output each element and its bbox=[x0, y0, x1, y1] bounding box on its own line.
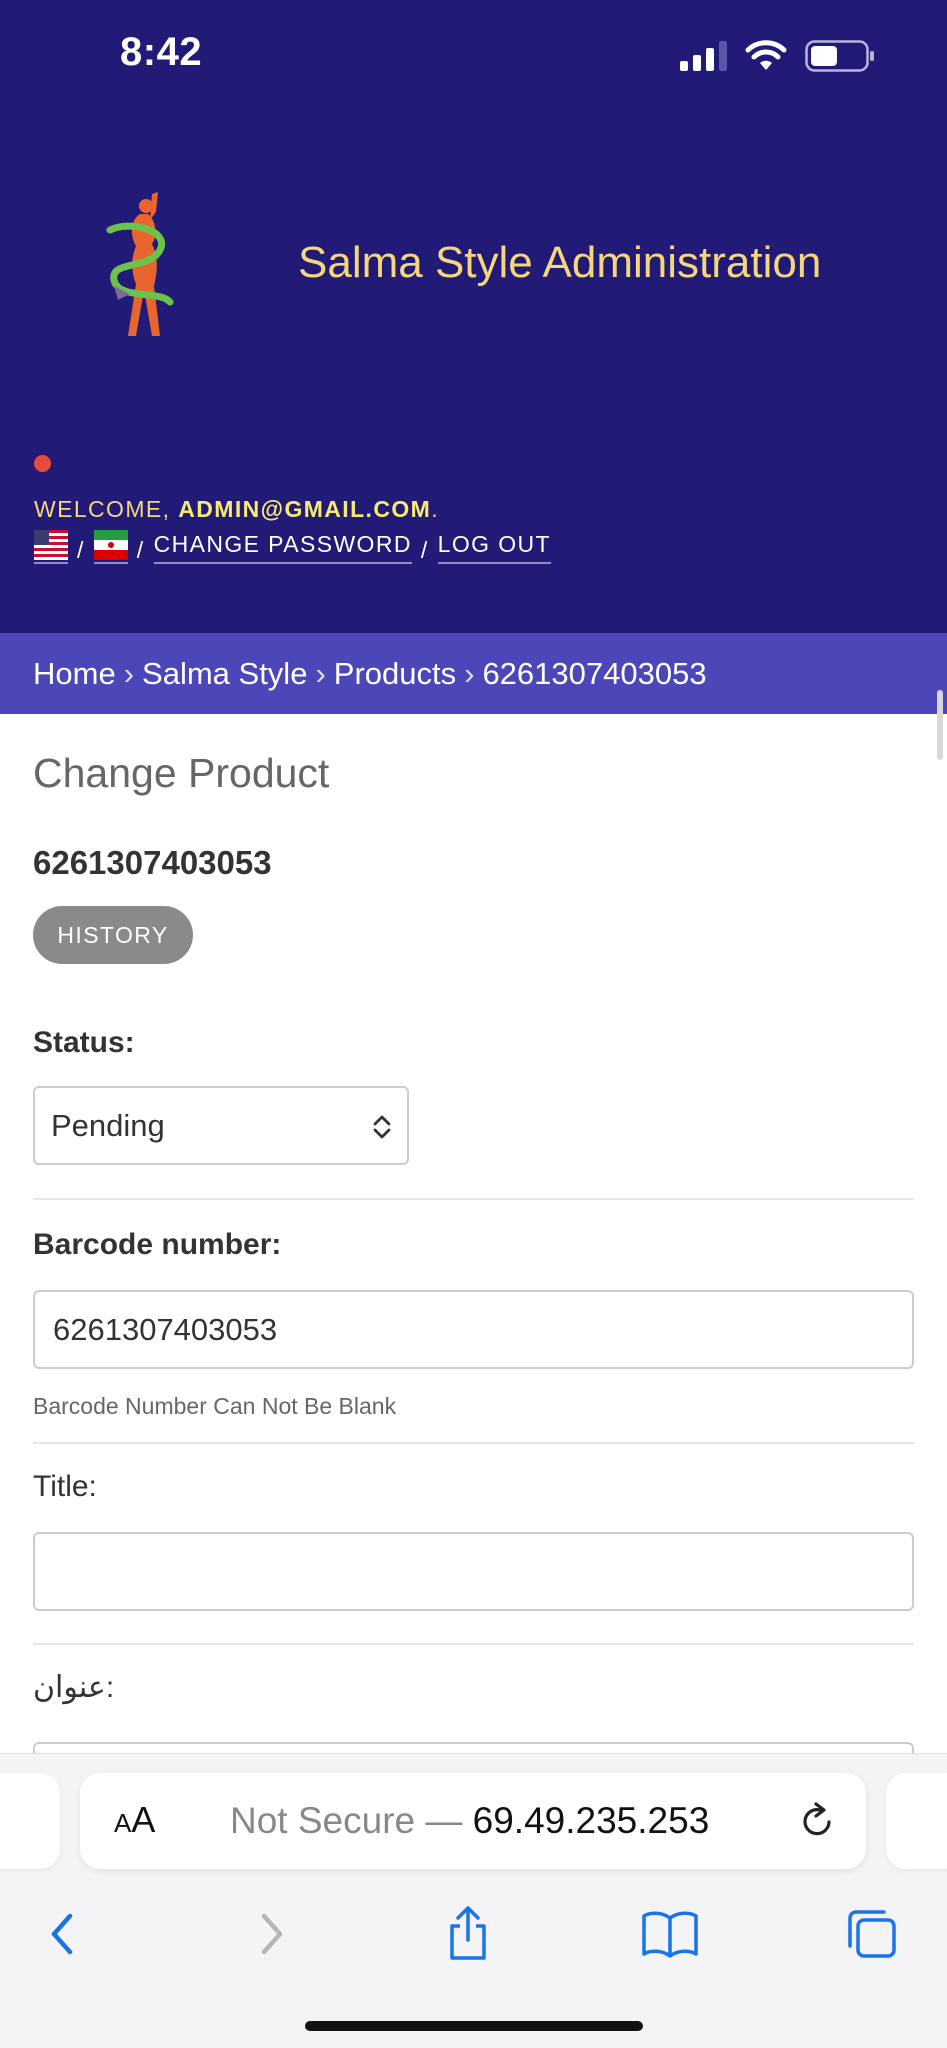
breadcrumb-separator: › bbox=[315, 655, 326, 691]
status-time: 8:42 bbox=[120, 30, 203, 74]
separator: / bbox=[77, 537, 85, 563]
welcome-suffix: . bbox=[431, 496, 439, 522]
logo-icon bbox=[106, 192, 174, 336]
battery-icon bbox=[805, 40, 874, 72]
status-select-value: Pending bbox=[51, 1107, 165, 1143]
change-password-link[interactable]: CHANGE PASSWORD bbox=[153, 531, 412, 564]
title-fa-label: عنوان: bbox=[33, 1671, 115, 1704]
browser-chrome: AA Not Secure — 69.49.235.253 bbox=[0, 1753, 947, 2048]
url-security-prefix: Not Secure — bbox=[230, 1800, 473, 1841]
status-field-row: Status: Pending bbox=[33, 1026, 914, 1176]
title-input[interactable] bbox=[33, 1532, 914, 1611]
breadcrumb-app[interactable]: Salma Style bbox=[142, 656, 307, 692]
page-title: Change Product bbox=[33, 750, 330, 796]
user-tools: / / CHANGE PASSWORD / LOG OUT bbox=[34, 530, 551, 564]
site-title: Salma Style Administration bbox=[298, 238, 822, 287]
previous-tab-card[interactable] bbox=[0, 1773, 60, 1869]
breadcrumb: Home › Salma Style › Products › 62613074… bbox=[0, 633, 947, 714]
bookmarks-icon[interactable] bbox=[640, 1904, 700, 1964]
signal-icon bbox=[680, 41, 727, 71]
status-bar: 8:42 bbox=[0, 0, 947, 110]
address-bar[interactable]: AA Not Secure — 69.49.235.253 bbox=[80, 1773, 866, 1869]
us-flag-icon bbox=[34, 530, 68, 560]
back-icon[interactable] bbox=[34, 1904, 94, 1964]
title-fa-field-row: عنوان: bbox=[33, 1670, 914, 1760]
url-text: Not Secure — 69.49.235.253 bbox=[230, 1800, 709, 1842]
object-title: 6261307403053 bbox=[33, 844, 272, 881]
barcode-label: Barcode number: bbox=[33, 1228, 282, 1261]
scrollbar[interactable] bbox=[937, 690, 943, 760]
log-out-link[interactable]: LOG OUT bbox=[437, 531, 551, 564]
divider bbox=[33, 1442, 914, 1444]
brand: Salma Style Administration bbox=[0, 180, 947, 350]
share-icon[interactable] bbox=[438, 1904, 498, 1964]
site-header: 8:42 Salma Style Administration WELCOME,… bbox=[0, 0, 947, 633]
select-arrows-icon bbox=[373, 1115, 391, 1139]
divider bbox=[33, 1198, 914, 1200]
barcode-help-text: Barcode Number Can Not Be Blank bbox=[33, 1393, 397, 1419]
title-field-row: Title: bbox=[33, 1470, 914, 1620]
welcome-prefix: WELCOME, bbox=[34, 496, 171, 522]
user-email: ADMIN@GMAIL.COM bbox=[178, 496, 432, 522]
english-language-link[interactable] bbox=[34, 530, 68, 564]
status-label: Status: bbox=[33, 1026, 135, 1059]
forward-icon[interactable] bbox=[240, 1904, 300, 1964]
barcode-field-row: Barcode number: 6261307403053 Barcode Nu… bbox=[33, 1228, 914, 1428]
breadcrumb-separator: › bbox=[123, 655, 135, 691]
reload-icon[interactable] bbox=[796, 1800, 838, 1842]
home-indicator bbox=[305, 2021, 643, 2031]
tabs-icon[interactable] bbox=[842, 1904, 902, 1964]
browser-toolbar bbox=[0, 1894, 947, 1984]
welcome-message: WELCOME, ADMIN@GMAIL.COM. bbox=[34, 496, 439, 523]
breadcrumb-current: 6261307403053 bbox=[482, 655, 707, 691]
divider bbox=[33, 1643, 914, 1645]
next-tab-card[interactable] bbox=[886, 1773, 947, 1869]
breadcrumb-home[interactable]: Home bbox=[33, 656, 116, 692]
wifi-icon bbox=[745, 40, 787, 70]
persian-language-link[interactable] bbox=[93, 530, 128, 564]
separator: / bbox=[420, 537, 429, 563]
status-select[interactable]: Pending bbox=[33, 1086, 409, 1165]
separator: / bbox=[136, 537, 145, 563]
url-host: 69.49.235.253 bbox=[472, 1800, 710, 1841]
breadcrumb-model[interactable]: Products bbox=[334, 656, 456, 692]
breadcrumb-separator: › bbox=[464, 655, 475, 691]
title-label: Title: bbox=[33, 1470, 97, 1503]
history-button[interactable]: HISTORY bbox=[33, 906, 193, 964]
reader-settings-button[interactable]: AA bbox=[114, 1799, 155, 1841]
barcode-input[interactable]: 6261307403053 bbox=[33, 1290, 914, 1369]
notification-dot bbox=[34, 455, 51, 472]
status-icons bbox=[680, 38, 875, 74]
iran-flag-icon bbox=[93, 530, 128, 560]
